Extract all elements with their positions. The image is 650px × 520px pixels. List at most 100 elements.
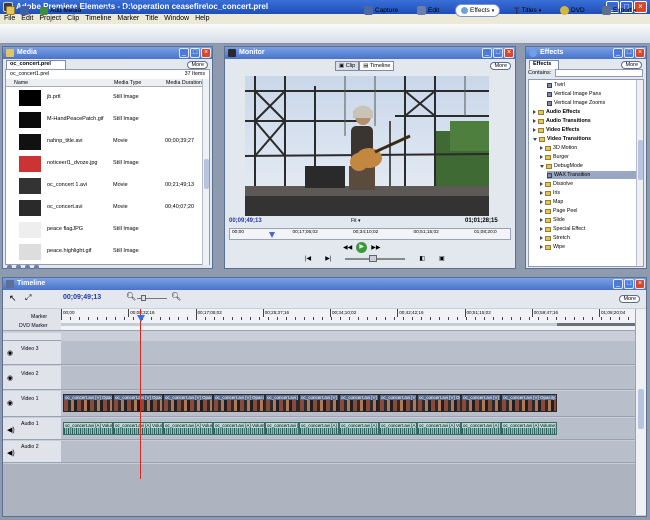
redo-icon[interactable]: ↷ (120, 5, 128, 16)
track-header-audio1[interactable]: Audio 1 ◀) (3, 418, 61, 440)
media-tab[interactable]: oc_concert.prel (6, 60, 66, 69)
effect-item[interactable]: Wipe (540, 243, 565, 251)
effect-item[interactable]: Audio Effects (533, 108, 580, 116)
media-item[interactable]: nahnp_title.avi Movie 00;00;39;27 (19, 133, 199, 151)
effect-item[interactable]: WAX Transition (547, 171, 637, 179)
column-media-duration[interactable]: Media Duration (166, 80, 202, 86)
media-scrollbar[interactable] (202, 79, 209, 265)
audio-clip[interactable]: oc_concert.avi [A] Volume:Level (63, 422, 113, 435)
effects-more-button[interactable]: More (621, 61, 642, 69)
selection-tool-icon[interactable]: ↖ (9, 293, 17, 304)
video-clip[interactable]: oc_concert.avi [V] Opacity:Opacity (265, 394, 299, 412)
timeline-scrollbar[interactable] (635, 309, 646, 515)
open-project-icon[interactable] (6, 5, 15, 16)
titles-button[interactable]: T Titles ▾ (514, 5, 541, 16)
track-video1[interactable]: oc_concert.avi [V] Opacity:Opacityoc_con… (61, 391, 635, 417)
video-clip[interactable]: oc_concert.avi [V] Opacity:Opacity (213, 394, 265, 412)
audio-clip[interactable]: oc_concert.avi [A] Volume:Level (299, 422, 339, 435)
scroll-thumb[interactable] (638, 389, 644, 429)
audio-clip[interactable]: oc_concert.avi [A] Volume:Level (113, 422, 163, 435)
expand-icon[interactable] (533, 128, 536, 132)
capture-button[interactable]: Capture (364, 5, 398, 16)
expand-icon[interactable] (533, 119, 536, 123)
video-clip[interactable]: oc_concert.avi [V] Opacity:Opacity (417, 394, 461, 412)
media-item[interactable]: peace flagJPG Still Image (19, 221, 199, 239)
add-media-button[interactable]: Add Media (40, 5, 81, 16)
panel-minimize-button[interactable]: _ (482, 48, 492, 58)
monitor-more-button[interactable]: More (490, 62, 511, 70)
zoom-out-icon[interactable]: 🔍︎ (126, 292, 136, 301)
effect-item[interactable]: Twirl (547, 81, 565, 89)
effect-item[interactable]: Page Peel (540, 207, 577, 215)
column-media-type[interactable]: Media Type (114, 80, 141, 86)
video-clip[interactable]: oc_concert.avi [V] Opacity:Opacity (379, 394, 417, 412)
expand-icon[interactable] (540, 155, 543, 159)
media-more-button[interactable]: More (187, 61, 208, 69)
effect-item[interactable]: Iris (540, 189, 560, 197)
split-clip-icon[interactable]: ◧ (419, 255, 425, 262)
timeline-current-time[interactable]: 00;09;49;13 (63, 294, 101, 301)
scroll-thumb[interactable] (638, 140, 643, 180)
expand-icon[interactable] (540, 236, 543, 240)
monitor-current-time[interactable]: 00;09;49;13 (229, 218, 262, 224)
expand-icon[interactable] (540, 200, 543, 204)
work-area-bar[interactable] (61, 323, 635, 326)
effect-item[interactable]: Vertical Image Zooms (547, 99, 605, 107)
audio-clip[interactable]: oc_concert.avi [A] Volume:Level (379, 422, 417, 435)
panel-minimize-button[interactable]: _ (179, 48, 189, 58)
icon-view-icon[interactable] (16, 265, 21, 269)
track-video3[interactable] (61, 341, 635, 365)
expand-icon[interactable] (533, 110, 536, 114)
export-button[interactable]: Export ▾ (602, 5, 636, 16)
panel-maximize-button[interactable]: □ (190, 48, 200, 58)
video-clip[interactable]: oc_concert.avi [V] Opacity:Opacity (63, 394, 113, 412)
column-name[interactable]: Name (14, 80, 28, 86)
zoom-in-icon[interactable]: 🔍︎ (171, 292, 181, 301)
effects-search-input[interactable] (555, 69, 643, 77)
play-button[interactable]: ▶ (356, 242, 368, 253)
panel-minimize-button[interactable]: _ (613, 279, 623, 289)
video-clip[interactable]: oc_concert.avi [V] Opacity:Opacity (299, 394, 339, 412)
zoom-handle[interactable] (141, 295, 146, 301)
panel-close-button[interactable]: × (635, 279, 645, 289)
media-item[interactable]: M-HandPeacePatch.gif Still Image (19, 111, 199, 129)
panel-minimize-button[interactable]: _ (613, 48, 623, 58)
effect-item[interactable]: Vertical Image Pans (547, 90, 601, 98)
effect-item[interactable]: Burger (540, 153, 569, 161)
track-audio1[interactable]: oc_concert.avi [A] Volume:Leveloc_concer… (61, 418, 635, 440)
speaker-icon[interactable]: ◀) (7, 449, 15, 457)
video-clip[interactable]: oc_concert.avi [V] Opacity:Opacity (461, 394, 501, 412)
speaker-icon[interactable]: ◀) (7, 426, 15, 434)
audio-clip[interactable]: oc_concert.avi [A] Volume:Level (265, 422, 299, 435)
audio-clip[interactable]: oc_concert.avi [A] Volume:Level (339, 422, 379, 435)
video-clip[interactable]: oc_concert.avi [V] Opacity:Opacity (501, 394, 557, 412)
effect-item[interactable]: Map (540, 198, 563, 206)
timeline-playhead-handle[interactable] (137, 315, 145, 322)
effect-item[interactable]: Video Effects (533, 126, 579, 134)
effect-item[interactable]: DebugMode (540, 162, 583, 170)
shuttle-handle[interactable] (369, 254, 378, 262)
video-clip[interactable]: oc_concert.avi [V] Opacity:Opacity (113, 394, 163, 412)
tab-timeline[interactable]: ▤ Timeline (359, 61, 395, 71)
timeline-playhead[interactable] (140, 309, 141, 479)
panel-maximize-button[interactable]: □ (624, 279, 634, 289)
edit-button[interactable]: Edit (417, 5, 439, 16)
audio-clip[interactable]: oc_concert.avi [A] Volume:Level (501, 422, 557, 435)
track-header-video1[interactable]: Video 1 ◉ (3, 391, 61, 417)
safe-margin-icon[interactable]: ▣ (439, 255, 445, 262)
undo-icon[interactable]: ↶ (102, 5, 110, 16)
timeline-more-button[interactable]: More (619, 295, 640, 303)
menu-window[interactable]: Window (164, 14, 189, 24)
step-forward-icon[interactable]: ▶▶ (371, 244, 380, 251)
timeline-ruler[interactable]: 00;00 00;08;32;16 00;17;05;02 00;25;37;16 00… (61, 309, 635, 331)
effect-item[interactable]: Special Effect (540, 225, 585, 233)
track-header-video2[interactable]: Video 2 ◉ (3, 366, 61, 390)
save-icon[interactable] (20, 5, 29, 16)
menu-help[interactable]: Help (195, 14, 209, 24)
audio-clip[interactable]: oc_concert.avi [A] Volume:Level (461, 422, 501, 435)
expand-icon[interactable] (540, 164, 544, 168)
media-item[interactable]: noticeerl1_dvoze.jpg Still Image (19, 155, 199, 173)
track-header-audio2[interactable]: Audio 2 ◀) (3, 441, 61, 463)
track-header-video3[interactable]: Video 3 ◉ (3, 341, 61, 365)
eye-icon[interactable]: ◉ (7, 349, 13, 357)
